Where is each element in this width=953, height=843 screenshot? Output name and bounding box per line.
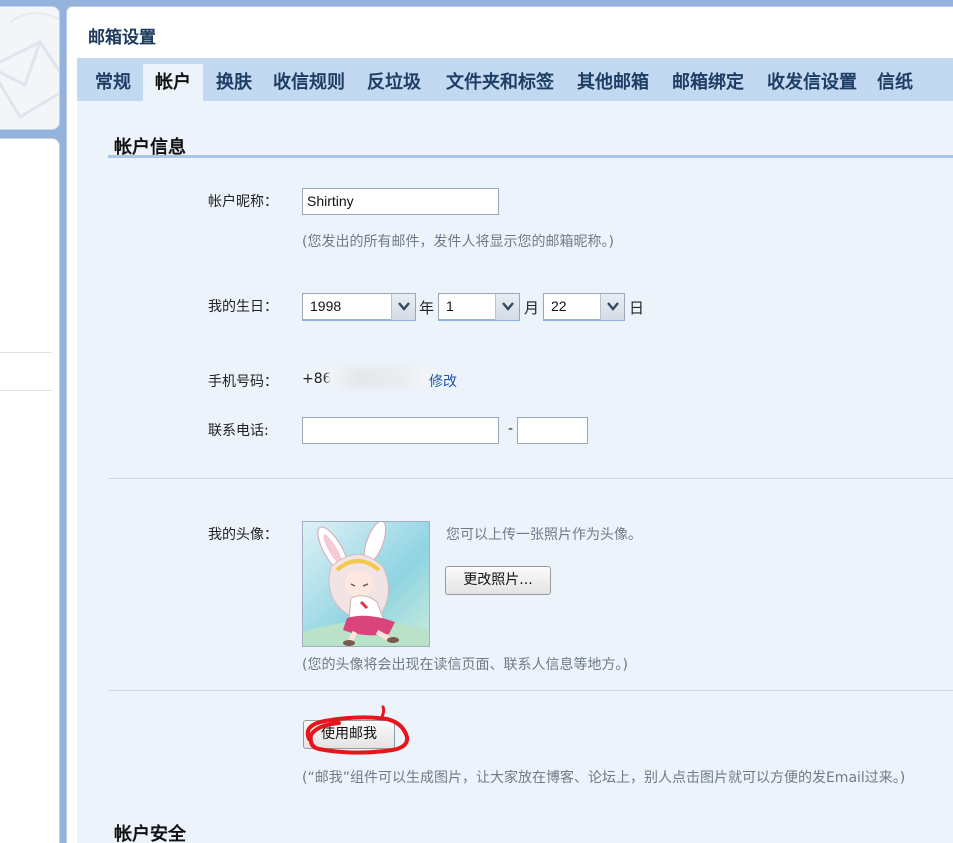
nickname-hint: (您发出的所有邮件，发件人将显示您的邮箱昵称。): [302, 234, 614, 250]
phone-number-input[interactable]: [517, 417, 588, 444]
day-unit: 日: [629, 299, 645, 317]
sidebar-divider: [0, 352, 52, 353]
settings-panel: 邮箱设置 常规 帐户 换肤 收信规则 反垃圾 文件夹和标签 其他邮箱 邮箱绑定 …: [66, 6, 953, 843]
tab-anti-spam[interactable]: 反垃圾: [364, 64, 424, 101]
nickname-label: 帐户昵称：: [208, 194, 278, 210]
change-photo-button[interactable]: 更改照片...: [445, 566, 551, 595]
birthday-label: 我的生日：: [208, 299, 278, 315]
phone-area-input[interactable]: [302, 417, 499, 444]
chevron-down-icon: [495, 294, 519, 320]
tab-folders-labels[interactable]: 文件夹和标签: [441, 64, 559, 101]
birthday-month-select[interactable]: 1: [438, 293, 520, 321]
settings-content: 邮箱设置 常规 帐户 换肤 收信规则 反垃圾 文件夹和标签 其他邮箱 邮箱绑定 …: [77, 7, 953, 843]
tab-mail-rules[interactable]: 收信规则: [269, 64, 349, 101]
section-divider: [108, 155, 953, 158]
phone-separator: -: [508, 421, 514, 437]
mail-me-hint: (“邮我”组件可以生成图片，让大家放在博客、论坛上，别人点击图片就可以方便的发E…: [302, 770, 906, 786]
nickname-input[interactable]: Shirtiny: [302, 188, 499, 215]
birthday-year-value: 1998: [310, 298, 342, 314]
mobile-modify-link[interactable]: 修改: [429, 371, 457, 391]
tab-general[interactable]: 常规: [85, 64, 141, 101]
tab-account[interactable]: 帐户: [143, 64, 203, 101]
mobile-label: 手机号码：: [208, 374, 278, 390]
year-unit: 年: [419, 299, 435, 317]
tab-send-receive-settings[interactable]: 收发信设置: [763, 64, 861, 101]
tab-mailbox-binding[interactable]: 邮箱绑定: [669, 64, 747, 101]
birthday-day-select[interactable]: 22: [543, 293, 625, 321]
avatar-label: 我的头像：: [208, 527, 278, 543]
month-unit: 月: [524, 299, 540, 317]
phone-label: 联系电话:: [208, 423, 269, 439]
red-circle-annotation: [305, 705, 410, 755]
chevron-down-icon: [600, 294, 624, 320]
tab-stationery[interactable]: 信纸: [874, 64, 916, 101]
settings-header: 邮箱设置: [77, 7, 953, 58]
tab-other-mailboxes[interactable]: 其他邮箱: [574, 64, 652, 101]
avatar-side-hint: 您可以上传一张照片作为头像。: [446, 527, 642, 543]
avatar-illustration: [303, 522, 429, 646]
left-sidebar-panel: [0, 138, 60, 843]
sidebar-divider: [0, 390, 52, 391]
account-security-heading: 帐户安全: [114, 824, 186, 843]
birthday-day-value: 22: [551, 298, 567, 314]
section-divider: [108, 478, 953, 479]
avatar-hint: (您的头像将会出现在读信页面、联系人信息等地方。): [302, 657, 628, 673]
section-divider: [108, 690, 953, 691]
settings-tabs: 常规 帐户 换肤 收信规则 反垃圾 文件夹和标签 其他邮箱 邮箱绑定 收发信设置…: [77, 58, 953, 101]
birthday-month-value: 1: [446, 298, 454, 314]
birthday-year-select[interactable]: 1998: [302, 293, 416, 321]
envelope-watermark-icon: [0, 12, 59, 120]
avatar-image: [302, 521, 430, 647]
mobile-number-redacted: [327, 367, 429, 389]
left-mail-logo-panel: [0, 6, 60, 130]
page-title: 邮箱设置: [88, 28, 156, 48]
tab-skin[interactable]: 换肤: [206, 64, 262, 101]
chevron-down-icon: [391, 294, 415, 320]
